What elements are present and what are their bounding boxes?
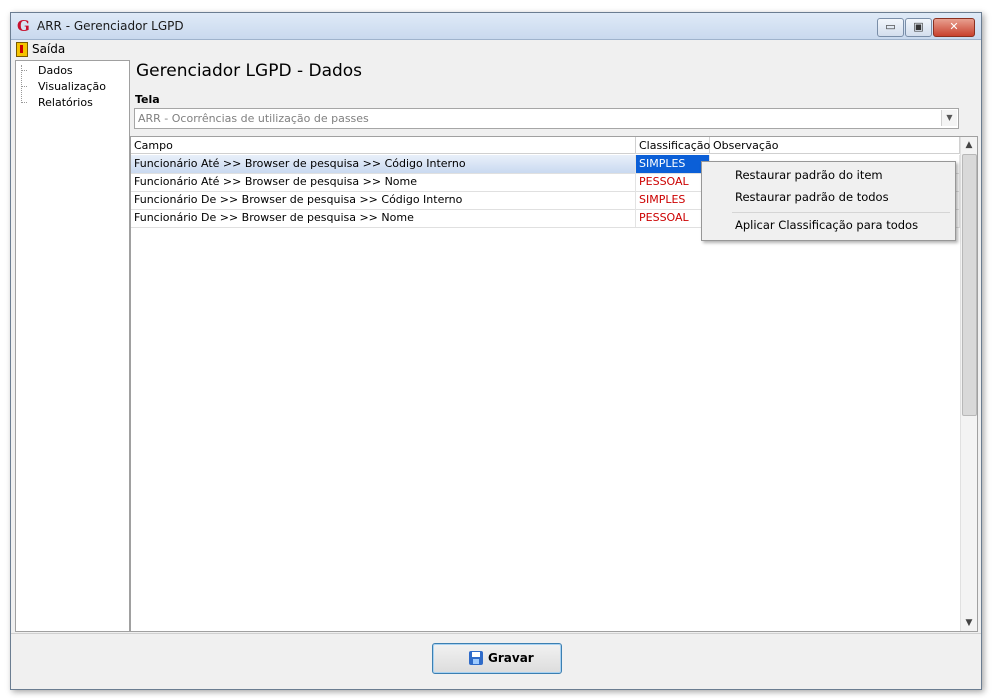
cell-campo[interactable]: Funcionário Até >> Browser de pesquisa >… — [131, 173, 636, 191]
navigation-tree: Dados Visualização Relatórios — [15, 60, 130, 632]
tela-select[interactable]: ARR - Ocorrências de utilização de passe… — [134, 108, 959, 129]
footer-divider — [11, 633, 981, 634]
cell-campo[interactable]: Funcionário De >> Browser de pesquisa >>… — [131, 191, 636, 209]
app-window: G ARR - Gerenciador LGPD ▭ ▣ ✕ Saída Dad… — [10, 12, 982, 690]
close-button[interactable]: ✕ — [933, 18, 975, 37]
maximize-icon: ▣ — [913, 20, 924, 33]
cell-classificacao[interactable]: SIMPLES — [636, 191, 710, 209]
tela-select-value: ARR - Ocorrências de utilização de passe… — [138, 112, 369, 125]
nav-item-relatorios[interactable]: Relatórios — [21, 96, 93, 109]
cell-classificacao[interactable]: PESSOAL — [636, 209, 710, 227]
minimize-icon: ▭ — [885, 20, 896, 33]
minimize-button[interactable]: ▭ — [877, 18, 904, 37]
cell-campo[interactable]: Funcionário De >> Browser de pesquisa >>… — [131, 209, 636, 227]
menu-item-restaurar-todos[interactable]: Restaurar padrão de todos — [735, 190, 889, 204]
tela-label: Tela — [135, 93, 160, 106]
app-logo-icon: G — [17, 17, 30, 35]
scroll-up-icon[interactable]: ▲ — [961, 137, 977, 153]
save-button-label: Gravar — [488, 651, 534, 665]
scrollbar-thumb[interactable] — [962, 154, 977, 416]
menu-item-restaurar-item[interactable]: Restaurar padrão do item — [735, 168, 883, 182]
exit-door-icon[interactable] — [16, 42, 28, 57]
chevron-down-icon[interactable]: ▼ — [941, 110, 957, 126]
menu-bar: Saída — [11, 40, 981, 58]
cell-classificacao[interactable]: PESSOAL — [636, 173, 710, 191]
scroll-down-icon[interactable]: ▼ — [961, 615, 977, 631]
vertical-scrollbar[interactable]: ▲ ▼ — [960, 137, 977, 631]
save-button[interactable]: Gravar — [432, 643, 562, 674]
nav-item-dados[interactable]: Dados — [21, 64, 73, 77]
menu-separator — [732, 212, 950, 213]
column-header-classificacao[interactable]: Classificação — [636, 137, 710, 154]
close-icon: ✕ — [949, 20, 959, 33]
column-header-campo[interactable]: Campo — [131, 137, 636, 154]
page-title: Gerenciador LGPD - Dados — [136, 61, 363, 81]
nav-item-visualizacao[interactable]: Visualização — [21, 80, 106, 93]
exit-menu-item[interactable]: Saída — [32, 42, 65, 56]
column-header-observacao[interactable]: Observação — [710, 137, 960, 154]
maximize-button[interactable]: ▣ — [905, 18, 932, 37]
cell-campo[interactable]: Funcionário Até >> Browser de pesquisa >… — [131, 155, 636, 173]
context-menu: Restaurar padrão do item Restaurar padrã… — [701, 161, 956, 241]
window-title: ARR - Gerenciador LGPD — [37, 19, 184, 33]
menu-item-aplicar-classificacao[interactable]: Aplicar Classificação para todos — [735, 218, 918, 232]
cell-classificacao[interactable]: SIMPLES — [636, 155, 710, 173]
floppy-disk-icon — [469, 651, 483, 665]
title-bar[interactable]: G ARR - Gerenciador LGPD ▭ ▣ ✕ — [11, 13, 981, 40]
